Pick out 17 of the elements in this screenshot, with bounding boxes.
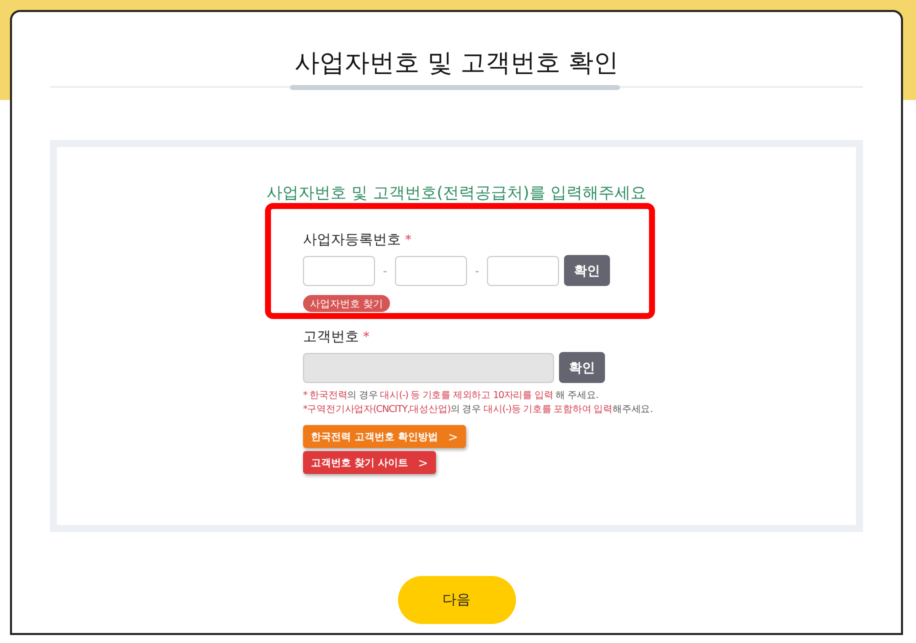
field-label: 고객번호 (303, 328, 359, 346)
input-field[interactable] (303, 256, 375, 286)
find-button[interactable]: 사업자번호 찾기 (303, 295, 390, 312)
input-field[interactable] (395, 256, 467, 286)
required-mark: * (363, 330, 370, 344)
input-field[interactable] (487, 256, 559, 286)
confirm-button[interactable]: 확인 (564, 255, 610, 286)
separator: - (382, 264, 388, 278)
required-mark: * (405, 232, 412, 248)
dialog-title: 사업자번호 및 고객번호 확인 (294, 47, 620, 79)
note-text: *구역전기사업자(CNCITY,대성산업)의 경우 대시(-)등 기호를 포함하여 입력해주세요. (303, 403, 653, 417)
field-label: 사업자등록번호 (303, 231, 401, 249)
separator: - (474, 264, 480, 278)
link-button[interactable]: 고객번호 찾기 사이트 > (303, 451, 436, 474)
note-text: * 한국전력의 경우 대시(-) 등 기호를 제외하고 10자리를 입력 해 주세요. (303, 389, 598, 403)
next-button[interactable]: 다음 (398, 576, 516, 624)
form-heading: 사업자번호 및 고객번호(전력공급처)를 입력해주세요 (266, 183, 648, 204)
